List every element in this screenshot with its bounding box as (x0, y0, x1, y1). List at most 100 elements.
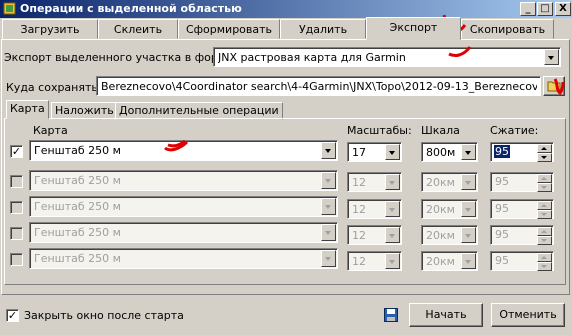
scale-value: 800м (426, 146, 456, 159)
scale-value: 20км (426, 203, 455, 216)
tab-copy[interactable]: Скопировать (461, 19, 554, 39)
spin-up-icon[interactable] (537, 174, 552, 183)
spin-down-icon[interactable] (537, 262, 552, 271)
scale-level-value: 12 (352, 255, 366, 268)
dialog-window: Операции с выделенной областью _ □ X Заг… (0, 0, 572, 335)
chevron-down-icon[interactable] (321, 224, 336, 241)
scale-select[interactable]: 20км (421, 172, 478, 192)
export-format-value: JNX растровая карта для Garmin (218, 51, 406, 64)
scale-level-value: 12 (352, 176, 366, 189)
spin-down-icon[interactable] (537, 183, 552, 192)
start-button[interactable]: Начать (409, 303, 483, 327)
spin-up-icon[interactable] (537, 227, 552, 236)
row-enable-checkbox[interactable]: ✓ (10, 145, 23, 158)
scale-select[interactable]: 800м (421, 142, 478, 162)
scale-value: 20км (426, 229, 455, 242)
chevron-down-icon[interactable] (461, 227, 476, 243)
compression-value: 95 (495, 175, 509, 188)
spin-down-icon[interactable] (537, 236, 552, 245)
chevron-down-icon[interactable] (461, 144, 476, 160)
minimize-button[interactable]: _ (520, 2, 536, 16)
row-enable-checkbox[interactable] (10, 253, 23, 266)
map-select[interactable]: Генштаб 250 м (29, 248, 338, 269)
compression-value: 95 (495, 254, 509, 267)
chevron-down-icon[interactable] (461, 201, 476, 217)
compression-spinner[interactable]: 95 (490, 225, 554, 245)
chevron-down-icon[interactable] (461, 253, 476, 269)
close-button[interactable]: X (555, 2, 571, 16)
scale-level-select[interactable]: 12 (347, 172, 402, 192)
row-enable-checkbox[interactable] (10, 201, 23, 214)
scale-level-value: 17 (352, 146, 366, 159)
tab-generate[interactable]: Сформировать (178, 19, 280, 39)
export-format-label: Экспорт выделенного участка в формат (4, 51, 240, 64)
scale-level-value: 12 (352, 229, 366, 242)
tab-export[interactable]: Экспорт (366, 17, 461, 40)
map-select[interactable]: Генштаб 250 м (29, 196, 338, 217)
compression-spinner[interactable]: 95 (490, 172, 554, 192)
chevron-down-icon[interactable] (321, 198, 336, 215)
title-bar: Операции с выделенной областью _ □ X (0, 0, 572, 18)
inner-tab-map[interactable]: Карта (6, 100, 49, 119)
scale-value: 20км (426, 176, 455, 189)
maximize-button[interactable]: □ (537, 2, 553, 16)
window-title: Операции с выделенной областью (20, 2, 242, 15)
annotation-mark-icon (164, 139, 189, 152)
scale-select[interactable]: 20км (421, 225, 478, 245)
close-after-start-label: Закрыть окно после старта (24, 309, 184, 322)
scale-level-select[interactable]: 12 (347, 199, 402, 219)
row-enable-checkbox[interactable] (10, 227, 23, 240)
annotation-mark-icon (448, 46, 472, 57)
save-path-label: Куда сохранять: (6, 81, 102, 94)
scale-level-select[interactable]: 12 (347, 225, 402, 245)
spin-up-icon[interactable] (537, 253, 552, 262)
chevron-down-icon[interactable] (461, 174, 476, 190)
map-value: Генштаб 250 м (34, 252, 121, 265)
chevron-down-icon[interactable] (385, 227, 400, 243)
chevron-down-icon[interactable] (321, 142, 336, 159)
compression-spinner[interactable]: 95 (490, 199, 554, 219)
cancel-button[interactable]: Отменить (491, 303, 565, 327)
compression-value: 95 (495, 202, 509, 215)
chevron-down-icon[interactable] (385, 174, 400, 190)
chevron-down-icon[interactable] (385, 201, 400, 217)
scale-level-value: 12 (352, 203, 366, 216)
row-enable-checkbox[interactable] (10, 175, 23, 188)
save-icon[interactable] (384, 308, 398, 322)
chevron-down-icon[interactable] (385, 253, 400, 269)
app-icon (3, 2, 16, 15)
export-format-select[interactable]: JNX растровая карта для Garmin (213, 47, 561, 67)
tab-delete[interactable]: Удалить (280, 19, 366, 39)
compression-spinner[interactable]: 95 (490, 251, 554, 271)
spin-up-icon[interactable] (537, 144, 552, 153)
chevron-down-icon[interactable] (321, 172, 336, 189)
close-after-start-checkbox[interactable]: ✓ (6, 309, 19, 322)
column-header-map: Карта (33, 124, 68, 137)
scale-select[interactable]: 20км (421, 199, 478, 219)
column-header-compression: Сжатие: (490, 124, 539, 137)
chevron-down-icon[interactable] (544, 49, 559, 65)
map-select[interactable]: Генштаб 250 м (29, 170, 338, 191)
annotation-mark-icon (553, 78, 565, 95)
compression-value: 95 (494, 145, 510, 158)
save-path-value: Bereznecovo\4Coordinator search\4-4Garmi… (101, 80, 537, 93)
scale-level-select[interactable]: 12 (347, 251, 402, 271)
spin-down-icon[interactable] (537, 153, 552, 162)
map-value: Генштаб 250 м (34, 200, 121, 213)
tab-merge[interactable]: Склеить (98, 19, 178, 39)
column-header-scale: Шкала (421, 124, 460, 137)
map-value: Генштаб 250 м (34, 174, 121, 187)
map-select[interactable]: Генштаб 250 м (29, 222, 338, 243)
compression-value: 95 (495, 228, 509, 241)
chevron-down-icon[interactable] (385, 144, 400, 160)
scale-select[interactable]: 20км (421, 251, 478, 271)
scale-value: 20км (426, 255, 455, 268)
compression-spinner[interactable]: 95 (490, 142, 554, 162)
save-path-field[interactable]: Bereznecovo\4Coordinator search\4-4Garmi… (96, 76, 541, 96)
chevron-down-icon[interactable] (321, 250, 336, 267)
tab-load[interactable]: Загрузить (2, 19, 98, 39)
spin-up-icon[interactable] (537, 201, 552, 210)
scale-level-select[interactable]: 17 (347, 142, 402, 162)
spin-down-icon[interactable] (537, 210, 552, 219)
column-header-scales: Масштабы: (347, 124, 412, 137)
